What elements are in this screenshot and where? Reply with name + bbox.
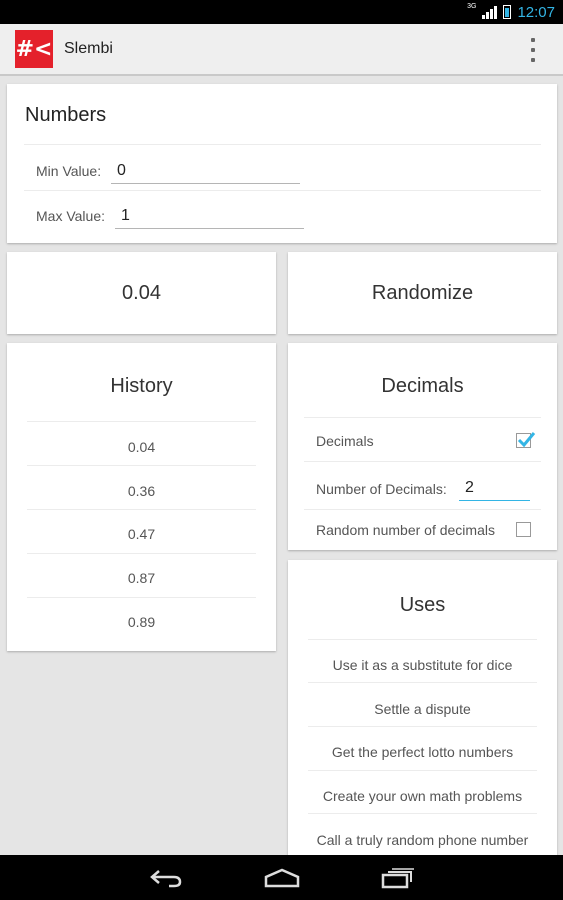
decimals-title: Decimals (381, 375, 464, 397)
uses-item: Settle a dispute (374, 701, 471, 717)
clock: 12:07 (517, 3, 555, 21)
uses-item: Use it as a substitute for dice (332, 657, 513, 673)
max-value-input[interactable] (115, 205, 304, 229)
history-item: 0.04 (127, 439, 156, 455)
divider (308, 639, 537, 640)
divider (308, 682, 537, 683)
history-card: History 0.04 0.36 0.47 0.87 0.89 (7, 343, 276, 651)
divider (304, 461, 541, 462)
min-value-label: Min Value: (36, 163, 102, 179)
divider (27, 509, 256, 510)
history-item: 0.89 (127, 614, 156, 630)
status-bar: 3G 12:07 (0, 0, 563, 24)
recents-icon[interactable] (380, 866, 416, 890)
result-card: 0.04 (7, 252, 276, 334)
divider (308, 813, 537, 814)
home-icon[interactable] (264, 866, 300, 890)
action-bar: #< Slembi (0, 24, 563, 76)
decimals-checkbox[interactable] (516, 432, 536, 448)
divider (24, 190, 541, 191)
divider (27, 465, 256, 466)
uses-item: Create your own math problems (322, 788, 523, 804)
history-item: 0.36 (127, 483, 156, 499)
divider (304, 509, 541, 510)
max-value-label: Max Value: (36, 208, 105, 224)
check-icon (517, 432, 536, 448)
uses-title: Uses (399, 594, 446, 616)
divider (27, 421, 256, 422)
network-type: 3G (467, 3, 477, 10)
uses-card: Uses Use it as a substitute for dice Set… (288, 560, 557, 860)
decimals-label: Decimals (316, 433, 374, 449)
numbers-card: Numbers Min Value: Max Value: (7, 84, 557, 243)
app-title: Slembi (64, 40, 113, 57)
uses-item: Call a truly random phone number (316, 832, 529, 848)
number-of-decimals-label: Number of Decimals: (316, 481, 447, 497)
app-logo[interactable]: #< (15, 30, 53, 68)
randomize-label: Randomize (371, 281, 474, 304)
uses-item: Get the perfect lotto numbers (331, 744, 514, 760)
divider (304, 417, 541, 418)
decimals-card: Decimals Decimals Number of Decimals: Ra… (288, 343, 557, 550)
randomize-button[interactable]: Randomize (288, 252, 557, 334)
back-icon[interactable] (148, 866, 184, 890)
divider (27, 597, 256, 598)
divider (24, 144, 541, 145)
history-title: History (110, 375, 173, 397)
battery-icon (503, 5, 512, 19)
divider (27, 553, 256, 554)
random-decimals-label: Random number of decimals (316, 522, 495, 538)
navigation-bar (0, 855, 563, 900)
random-decimals-checkbox[interactable] (516, 522, 531, 537)
overflow-menu-icon[interactable] (525, 38, 541, 62)
divider (308, 770, 537, 771)
result-value: 0.04 (122, 281, 161, 304)
history-item: 0.47 (127, 526, 156, 542)
numbers-title: Numbers (25, 104, 107, 126)
signal-icon (482, 5, 498, 19)
min-value-input[interactable] (111, 160, 300, 184)
divider (308, 726, 537, 727)
number-of-decimals-input[interactable] (459, 477, 530, 501)
history-item: 0.87 (127, 570, 156, 586)
